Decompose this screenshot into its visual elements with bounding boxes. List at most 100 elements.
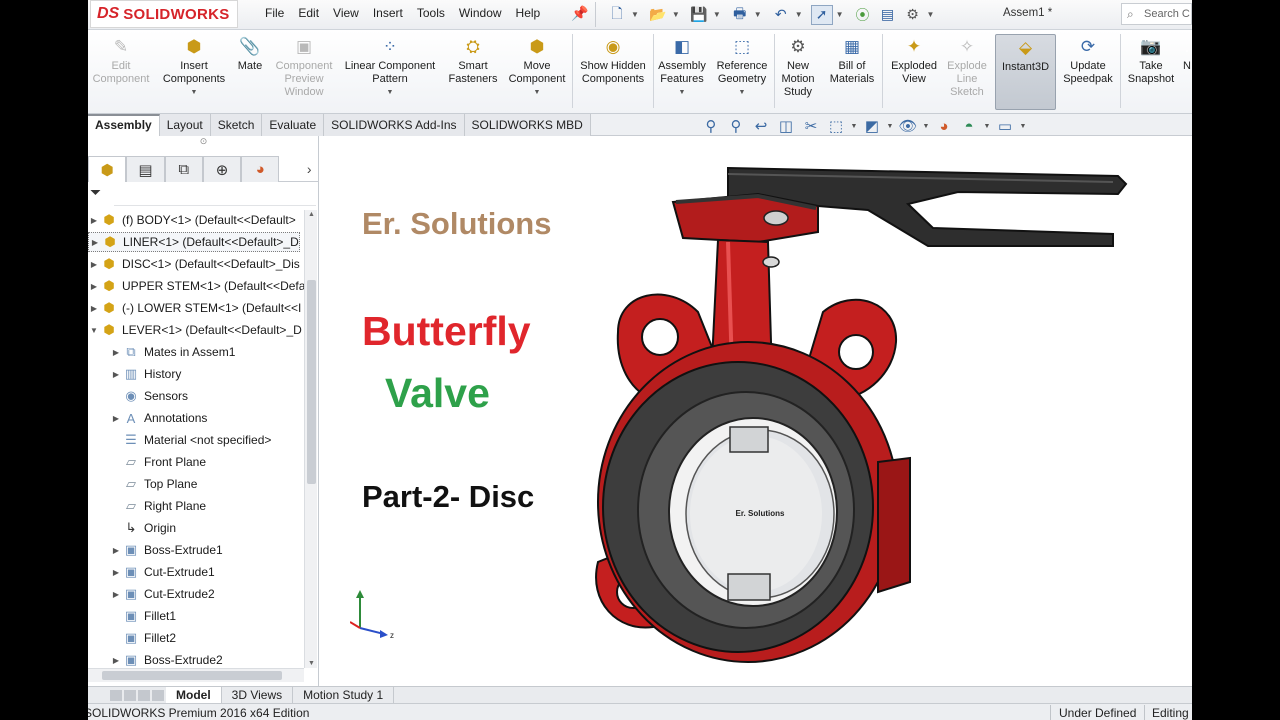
rebuild-traffic-light-icon[interactable]: ⦿ [852,5,874,25]
menu-view[interactable]: View [326,6,366,20]
tree-item[interactable]: ▶ ⧉ Mates in Assem1 [110,342,235,362]
open-dropdown-icon[interactable]: ▼ [672,10,680,19]
smart-fasteners-button[interactable]: ⛭ Smart Fasteners [444,34,502,110]
view-settings-icon[interactable]: ▭ [994,117,1016,135]
new-motion-study-button[interactable]: ⚙ New Motion Study [776,34,820,110]
feature-manager-tab-icon[interactable]: ⬢ [88,156,127,182]
update-speedpak-button[interactable]: ⟳ Update Speedpak [1059,34,1117,110]
filter-funnel-icon[interactable]: ⏷ [90,184,101,201]
menu-file[interactable]: File [258,6,291,20]
tab-solidworks-mbd[interactable]: SOLIDWORKS MBD [464,114,591,136]
expand-toggle-icon[interactable]: ▶ [110,348,122,357]
mate-button[interactable]: 📎 Mate [234,34,266,110]
select-dropdown-icon[interactable]: ▼ [836,10,844,19]
tree-item[interactable]: ▱ Right Plane [110,496,206,516]
tab-solidworks-addins[interactable]: SOLIDWORKS Add-Ins [324,114,465,136]
ribbon-overflow-button[interactable]: . N [1182,34,1192,110]
edit-component-button[interactable]: ✎ Edit Component [90,34,152,110]
tree-item[interactable]: ▶ A Annotations [110,408,207,428]
section-view-icon[interactable]: ◫ [775,117,797,135]
expand-toggle-icon[interactable]: ▶ [110,590,122,599]
print-dropdown-icon[interactable]: ▼ [754,10,762,19]
menu-tools[interactable]: Tools [410,6,452,20]
new-document-icon[interactable]: 🗋 [606,5,628,25]
assembly-features-button[interactable]: ◧ Assembly Features ▼ [656,34,708,110]
tree-item[interactable]: ▶ ⬢ (f) BODY<1> (Default<<Default> [88,210,296,230]
menu-edit[interactable]: Edit [291,6,326,20]
search-commands-input[interactable]: ⌕ Search C [1121,3,1192,25]
panel-tabs-next-icon[interactable]: › [299,156,319,181]
display-style-dropdown-icon[interactable]: ▼ [886,123,894,130]
assembly-features-dropdown-icon[interactable]: ▼ [679,86,686,99]
graphics-area[interactable]: Er. Solutions Butterfly Valve Part-2- Di… [320,136,1192,686]
tree-item[interactable]: ▶ ⬢ LINER<1> (Default<<Default>_D [88,232,300,252]
exploded-view-button[interactable]: ✦ Exploded View [886,34,942,110]
configuration-manager-tab-icon[interactable]: ⧉ [164,156,203,182]
tab-nav-arrows[interactable] [88,687,166,703]
pin-menu-icon[interactable]: 📌 [571,5,588,22]
menu-help[interactable]: Help [509,6,548,20]
tree-item[interactable]: ▶ ▥ History [110,364,181,384]
expand-toggle-icon[interactable]: ▶ [110,546,122,555]
view-settings-dropdown-icon[interactable]: ▼ [1019,123,1027,130]
undo-dropdown-icon[interactable]: ▼ [795,10,803,19]
expand-toggle-icon[interactable]: ▶ [110,414,122,423]
expand-toggle-icon[interactable]: ▶ [89,238,101,247]
tree-filter-field[interactable] [114,184,316,206]
apply-scene-dropdown-icon[interactable]: ▼ [983,123,991,130]
save-dropdown-icon[interactable]: ▼ [713,10,721,19]
expand-toggle-icon[interactable]: ▶ [88,304,100,313]
scroll-up-icon[interactable]: ▲ [308,211,315,218]
tab-motion-study-1[interactable]: Motion Study 1 [293,687,395,703]
expand-toggle-icon[interactable]: ▶ [88,282,100,291]
apply-scene-icon[interactable]: ◓ [958,118,980,135]
linear-pattern-dropdown-icon[interactable]: ▼ [387,86,394,99]
tree-item[interactable]: ☰ Material <not specified> [110,430,271,450]
show-hidden-components-button[interactable]: ◉ Show Hidden Components [576,34,650,110]
expand-toggle-icon[interactable]: ▶ [110,370,122,379]
move-component-button[interactable]: ⬢ Move Component ▼ [506,34,568,110]
view-orientation-icon[interactable]: ⬚ [825,117,847,135]
tree-item[interactable]: ▶ ⬢ DISC<1> (Default<<Default>_Dis [88,254,300,274]
dimxpert-manager-tab-icon[interactable]: ⊕ [202,156,242,182]
scroll-down-icon[interactable]: ▼ [308,660,315,667]
options-dropdown-icon[interactable]: ▼ [927,10,935,19]
instant3d-button[interactable]: ⬙ Instant3D [995,34,1056,110]
tree-vertical-scrollbar[interactable]: ▲ ▼ [304,210,317,668]
tab-3d-views[interactable]: 3D Views [222,687,294,703]
tree-item[interactable]: ▶ ▣ Cut-Extrude1 [110,562,215,582]
zoom-to-fit-icon[interactable]: ⚲ [700,117,722,135]
display-manager-tab-icon[interactable]: ◕ [241,156,280,182]
linear-component-pattern-button[interactable]: ⁘ Linear Component Pattern ▼ [340,34,440,110]
open-folder-icon[interactable]: 📂 [647,5,669,25]
tree-item[interactable]: ▼ ⬢ LEVER<1> (Default<<Default>_D [88,320,302,340]
scroll-thumb[interactable] [307,280,316,484]
save-icon[interactable]: 💾 [688,5,710,25]
previous-view-icon[interactable]: ↩ [750,117,772,135]
tree-item[interactable]: ◉ Sensors [110,386,188,406]
print-icon[interactable]: 🖶 [729,5,751,25]
expand-toggle-icon[interactable]: ▶ [88,260,100,269]
property-manager-tab-icon[interactable]: ▤ [126,156,165,182]
display-style-icon[interactable]: ◩ [861,117,883,135]
undo-icon[interactable]: ↶ [770,5,792,25]
component-preview-window-button[interactable]: ▣ Component Preview Window [270,34,338,110]
options-gear-icon[interactable]: ⚙ [902,5,924,25]
tab-layout[interactable]: Layout [159,114,211,136]
tree-item[interactable]: ↳ Origin [110,518,176,538]
dynamic-annotation-icon[interactable]: ✂ [800,117,822,135]
view-orientation-dropdown-icon[interactable]: ▼ [850,123,858,130]
edit-appearance-icon[interactable]: ◕ [933,118,955,135]
tree-item[interactable]: ▣ Fillet2 [110,628,176,648]
tree-item[interactable]: ▱ Top Plane [110,474,197,494]
reference-geometry-dropdown-icon[interactable]: ▼ [739,86,746,99]
select-pointer-icon[interactable]: ➚ [810,4,833,25]
expand-toggle-icon[interactable]: ▶ [88,216,100,225]
tree-item[interactable]: ▶ ⬢ (-) LOWER STEM<1> (Default<<I [88,298,301,318]
zoom-to-area-icon[interactable]: ⚲ [725,117,747,135]
tab-assembly[interactable]: Assembly [88,114,160,136]
butterfly-valve-model[interactable]: Er. Solutions [578,162,1148,692]
file-properties-icon[interactable]: ▤ [877,5,899,25]
panel-grip-icon[interactable]: ⊙ [88,136,319,154]
tree-horizontal-scrollbar[interactable] [88,668,304,682]
